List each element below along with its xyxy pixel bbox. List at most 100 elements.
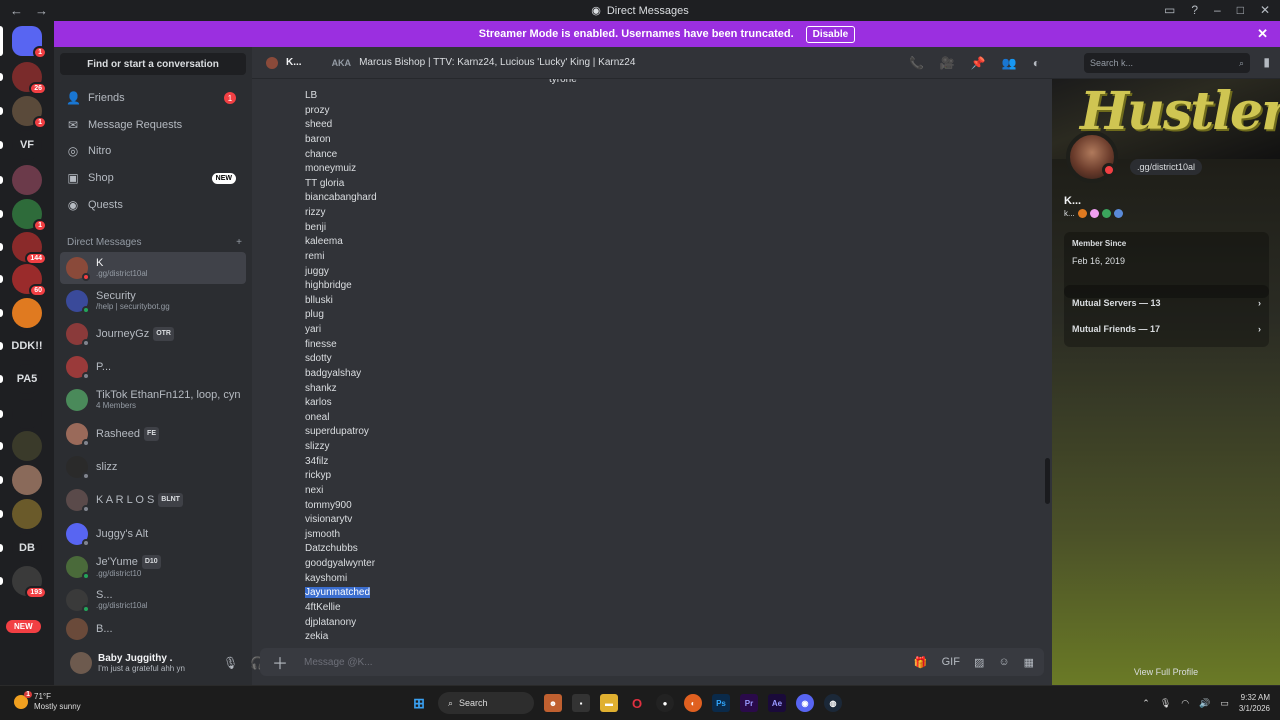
server-icon[interactable]: 1 (12, 96, 47, 129)
mic-icon[interactable]: 🎙 (223, 656, 238, 670)
steam-icon[interactable]: ◍ (824, 694, 842, 712)
scrollbar[interactable] (1045, 458, 1050, 504)
dm-item[interactable]: JourneyGz OTR (60, 318, 246, 350)
maximize-icon[interactable]: □ (1237, 3, 1244, 17)
help-icon[interactable]: ? (1191, 3, 1198, 17)
close-icon[interactable]: ✕ (1257, 26, 1268, 42)
server-icon[interactable]: 26 (12, 62, 47, 95)
after-effects-icon[interactable]: Ae (768, 694, 786, 712)
upload-plus-icon[interactable]: ＋ (272, 650, 288, 674)
server-icon[interactable] (12, 165, 42, 195)
widgets-icon[interactable]: ☻ (544, 694, 562, 712)
gift-icon[interactable]: 🎁 (914, 656, 928, 669)
server-icon[interactable] (12, 499, 42, 529)
profile-toggle-icon[interactable]: ◐ (1033, 56, 1040, 70)
badge-icon (1077, 209, 1087, 218)
message-line: prozy (305, 104, 377, 119)
sticker-icon[interactable]: ▨ (974, 656, 984, 669)
taskbar-search[interactable]: ⌕ Search (438, 692, 534, 714)
dm-item[interactable]: K A R L O S BLNT (60, 484, 246, 516)
nav-item-friends[interactable]: 👤 Friends 1 (60, 86, 246, 110)
message-line: superdupatroy (305, 425, 377, 440)
message-line: Jayunmatched (305, 586, 377, 601)
close-window-icon[interactable]: ✕ (1260, 3, 1270, 17)
mutual-friends-row[interactable]: Mutual Friends — 17 › (1072, 316, 1261, 342)
server-icon[interactable]: 1 (12, 26, 47, 59)
avatar (66, 523, 90, 547)
server-icon[interactable]: VF (12, 130, 42, 160)
emoji-icon[interactable]: ☺ (998, 656, 1009, 669)
dm-item[interactable]: Rasheed FE (60, 418, 246, 450)
apps-icon[interactable]: ▦ (1024, 656, 1034, 669)
volume-icon[interactable]: 🔊 (1199, 698, 1210, 709)
mic-tray-icon[interactable]: 🎙 (1160, 698, 1171, 709)
dm-item[interactable]: TikTok EthanFn121, loop, cyn 4 Members (60, 384, 246, 416)
chevron-up-icon[interactable]: ⌃ (1142, 698, 1150, 709)
dm-item[interactable]: S... .gg/district10al (60, 584, 246, 616)
firefox-icon[interactable]: ◐ (684, 694, 702, 712)
obs-icon[interactable]: ● (656, 694, 674, 712)
inbox-icon[interactable]: ▭ (1164, 3, 1175, 17)
opera-icon[interactable]: O (628, 694, 646, 712)
notification-badge: 1 (224, 92, 236, 104)
message-composer[interactable]: ＋ Message @K... 🎁 GIF ▨ ☺ ▦ (260, 648, 1044, 676)
premiere-icon[interactable]: Pr (740, 694, 758, 712)
server-icon[interactable] (12, 465, 42, 495)
call-icon[interactable]: 📞 (909, 56, 924, 70)
message-text: TT gloria (305, 177, 345, 189)
photoshop-icon[interactable]: Ps (712, 694, 730, 712)
dm-item[interactable]: P... (60, 351, 246, 383)
weather-widget[interactable]: 1 71°F Mostly sunny (14, 691, 81, 712)
nav-item-message-requests[interactable]: ✉ Message Requests (60, 113, 246, 137)
dm-item[interactable]: slizz (60, 451, 246, 483)
video-icon[interactable]: 🎥 (940, 56, 955, 70)
find-conversation-button[interactable]: Find or start a conversation (60, 53, 246, 75)
server-icon[interactable]: 144 (12, 232, 47, 265)
server-icon[interactable]: 60 (12, 264, 47, 297)
forward-arrow-icon[interactable]: → (35, 3, 48, 18)
profile-avatar[interactable] (1066, 131, 1118, 183)
new-badge[interactable]: NEW (6, 620, 41, 633)
terminal-icon[interactable]: ▪ (572, 694, 590, 712)
dm-item[interactable]: Juggy's Alt (60, 518, 246, 550)
nav-item-quests[interactable]: ◉ Quests (60, 193, 246, 217)
windows-start-icon[interactable]: ⊞ (410, 694, 428, 712)
disable-button[interactable]: Disable (805, 25, 856, 43)
wifi-icon[interactable]: ◠ (1181, 698, 1189, 709)
discord-taskbar-icon[interactable]: ◉ (796, 694, 814, 712)
server-icon[interactable]: 1 (12, 199, 47, 232)
pin-icon[interactable]: 📌 (971, 56, 986, 70)
dm-name: TikTok EthanFn121, loop, cyn (96, 389, 241, 401)
server-icon[interactable]: DDK!! (11, 331, 43, 361)
server-icon[interactable]: PA5 (12, 364, 42, 394)
nav-item-shop[interactable]: ▣ Shop NEW (60, 166, 246, 190)
status-dot-icon (82, 372, 90, 380)
dm-item[interactable]: K .gg/district10al (60, 252, 246, 284)
server-icon[interactable] (12, 431, 42, 461)
server-icon[interactable]: 193 (12, 566, 47, 599)
server-icon[interactable]: DB (12, 533, 42, 563)
message-line: goodgyalwynter (305, 557, 377, 572)
server-icon[interactable] (12, 298, 42, 328)
server-icon[interactable] (12, 399, 42, 429)
view-full-profile-link[interactable]: View Full Profile (1052, 667, 1280, 677)
battery-icon[interactable]: ▭ (1220, 698, 1229, 709)
message-text: visionarytv (305, 514, 353, 526)
add-friend-icon[interactable]: 👥 (1002, 56, 1017, 70)
dm-item[interactable]: B... (60, 617, 246, 641)
avatar[interactable] (70, 652, 92, 674)
dm-item[interactable]: Je'Yume D10 .gg/district10 (60, 551, 246, 583)
file-explorer-icon[interactable]: ▬ (600, 694, 618, 712)
gif-icon[interactable]: GIF (942, 656, 960, 669)
message-line: biancabanghard (305, 191, 377, 206)
clock[interactable]: 9:32 AM 3/1/2026 (1239, 692, 1270, 714)
search-placeholder: Search k... (1090, 58, 1134, 68)
bookmark-icon[interactable]: ▮ (1263, 55, 1270, 69)
nav-item-nitro[interactable]: ◎ Nitro (60, 139, 246, 163)
search-input[interactable]: Search k... ⌕ (1084, 53, 1250, 73)
back-arrow-icon[interactable]: ← (10, 3, 23, 18)
mutual-servers-row[interactable]: Mutual Servers — 13 › (1072, 290, 1261, 316)
add-dm-icon[interactable]: + (236, 237, 242, 248)
minimize-icon[interactable]: – (1214, 3, 1221, 17)
dm-item[interactable]: Security/help | securitybot.gg (60, 285, 246, 317)
